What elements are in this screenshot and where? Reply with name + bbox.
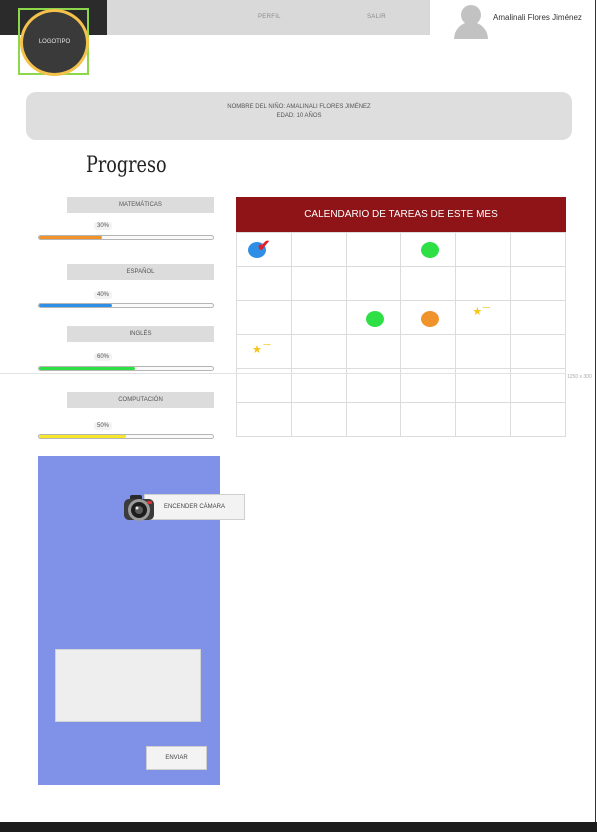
- calendar-cell[interactable]: [236, 266, 292, 301]
- calendar-cell[interactable]: [236, 300, 292, 335]
- star-icon: ★: [252, 344, 262, 356]
- user-name[interactable]: Amalinali Flores Jiménez: [493, 13, 582, 22]
- sparkle-icon: ⁓: [263, 340, 271, 349]
- child-age: EDAD: 10 AÑOS: [276, 113, 322, 119]
- progress-fill-math: [39, 236, 102, 239]
- subject-label-computing: COMPUTACIÓN: [67, 392, 214, 408]
- calendar-cell[interactable]: [510, 300, 566, 335]
- progress-bar-spanish: [38, 303, 214, 308]
- sparkle-icon: ⁓: [482, 303, 491, 312]
- checkmark-icon: ✔: [257, 238, 271, 255]
- calendar-cell[interactable]: [290, 266, 347, 301]
- progress-fill-computing: [39, 435, 126, 438]
- calendar-cell[interactable]: [290, 334, 347, 369]
- child-name: NOMBRE DEL NIÑO: AMALINALI FLORES JIMÉNE…: [227, 104, 371, 110]
- nav-salir-link[interactable]: SALIR: [367, 14, 386, 20]
- nav-perfil-link[interactable]: PERFIL: [258, 14, 281, 20]
- star-icon: ★: [472, 306, 483, 318]
- orange-dot-icon: [421, 311, 440, 327]
- logo-text: LOGOTIPO: [38, 39, 71, 45]
- subject-label-spanish: ESPAÑOL: [67, 264, 214, 280]
- calendar-grid: ✔ ★ ⁓ ★ ⁓: [236, 232, 566, 437]
- calendar-cell[interactable]: [400, 232, 457, 267]
- percent-english: 60%: [94, 353, 113, 361]
- calendar-cell[interactable]: [510, 266, 566, 301]
- calendar-cell[interactable]: [345, 334, 402, 369]
- progress-title: Progreso: [86, 153, 167, 178]
- calendar-cell[interactable]: [400, 300, 457, 335]
- camera-icon[interactable]: [122, 492, 156, 525]
- calendar-cell[interactable]: [510, 402, 566, 437]
- page-border: [595, 0, 596, 822]
- calendar-cell[interactable]: [345, 266, 402, 301]
- calendar-cell[interactable]: [345, 232, 402, 267]
- calendar-cell[interactable]: [400, 402, 457, 437]
- calendar-cell[interactable]: [290, 300, 347, 335]
- calendar-cell[interactable]: [510, 334, 566, 369]
- percent-spanish: 40%: [94, 291, 113, 299]
- percent-math: 30%: [94, 222, 113, 230]
- calendar-cell[interactable]: [345, 300, 402, 335]
- bottom-bar: [0, 822, 597, 832]
- calendar-title: CALENDARIO DE TAREAS DE ESTE MES: [236, 197, 566, 232]
- calendar-cell[interactable]: [236, 402, 292, 437]
- progress-fill-spanish: [39, 304, 113, 307]
- calendar-cell[interactable]: [455, 266, 512, 301]
- message-textarea[interactable]: [55, 649, 201, 722]
- calendar-cell[interactable]: [290, 402, 347, 437]
- calendar-cell[interactable]: [400, 266, 457, 301]
- ruler-line: [0, 373, 566, 374]
- calendar-cell[interactable]: ★ ⁓: [455, 300, 512, 335]
- calendar-cell[interactable]: [400, 334, 457, 369]
- calendar-cell[interactable]: [510, 232, 566, 267]
- percent-computing: 50%: [94, 422, 113, 430]
- calendar-cell[interactable]: [455, 232, 512, 267]
- user-avatar-body: [454, 22, 488, 39]
- send-button[interactable]: ENVIAR: [146, 746, 207, 770]
- subject-label-english: INGLÉS: [67, 326, 214, 342]
- calendar-cell[interactable]: [455, 334, 512, 369]
- calendar-cell[interactable]: ✔: [236, 232, 292, 267]
- subject-label-math: MATEMÁTICAS: [67, 197, 214, 213]
- progress-bar-math: [38, 235, 214, 240]
- progress-bar-english: [38, 366, 214, 371]
- dimension-label: 1250 x 300: [567, 374, 592, 380]
- green-dot-icon: [421, 242, 440, 258]
- progress-fill-english: [39, 367, 135, 370]
- progress-bar-computing: [38, 434, 214, 439]
- turn-on-camera-button[interactable]: ENCENDER CÁMARA: [144, 494, 245, 520]
- calendar-cell[interactable]: [345, 402, 402, 437]
- calendar-cell[interactable]: ★ ⁓: [236, 334, 292, 369]
- calendar-cell[interactable]: [290, 232, 347, 267]
- green-dot-icon: [365, 311, 384, 327]
- calendar-cell[interactable]: [455, 402, 512, 437]
